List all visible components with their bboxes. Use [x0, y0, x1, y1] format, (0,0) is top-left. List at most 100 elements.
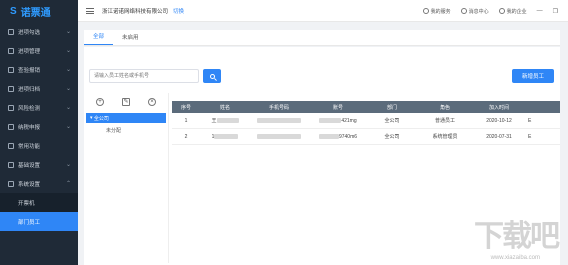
sidebar-item-label: 常用功能 [18, 143, 41, 150]
sidebar-item-label: 纳税申报 [18, 124, 41, 131]
sidebar: S 诺票通 进项勾选 ⌄ 进项管理 ⌄ 查验报销 ⌄ 进项归档 ⌄ 风险检测 ⌄ 纳税申报… [0, 0, 78, 265]
sidebar-item-tax-declaration[interactable]: 纳税申报 ⌄ [0, 117, 78, 136]
col-header: 加入时间 [488, 104, 509, 111]
sidebar-item-label: 查验报销 [18, 67, 41, 74]
redacted-text [318, 133, 339, 139]
restore-button[interactable]: ❐ [553, 8, 558, 15]
sidebar-item-verify-reimburse[interactable]: 查验报销 ⌄ [0, 60, 78, 79]
sidebar-item-input-archive[interactable]: 进项归档 ⌄ [0, 79, 78, 98]
watermark: 下载吧 www.xiazaiba.com [438, 211, 560, 261]
chevron-down-icon: ⌄ [65, 67, 71, 73]
my-service-button[interactable]: 我的服务 [422, 8, 451, 15]
redacted-text [319, 117, 342, 123]
logo-text: 诺票通 [20, 7, 51, 19]
app-logo[interactable]: S 诺票通 [0, 0, 78, 22]
message-center-label: 消息中心 [468, 8, 489, 15]
cell-account: 421mg [308, 118, 368, 124]
tree-node-unassigned[interactable]: 未分配 [106, 127, 121, 134]
company-name: 浙江诺诺网络科技有限公司 [102, 8, 169, 15]
sidebar-item-label: 基础设置 [18, 162, 41, 169]
chevron-up-icon: ⌃ [65, 181, 71, 187]
sidebar-subitem-label: 开票机 [18, 200, 35, 207]
tab-all[interactable]: 全部 [84, 32, 114, 45]
sidebar-item-label: 系统设置 [18, 181, 41, 188]
add-dept-icon[interactable]: + [96, 98, 104, 106]
search-icon [209, 73, 215, 79]
my-company-label: 我的企业 [506, 8, 527, 15]
watermark-logo: 下载吧 [474, 220, 560, 253]
chevron-down-icon: ⌄ [65, 29, 71, 35]
sidebar-item-basic-settings[interactable]: 基础设置 ⌄ [0, 155, 78, 174]
settings-icon [8, 161, 14, 168]
search-input[interactable] [89, 69, 199, 83]
cell-name: 王 [200, 117, 250, 124]
cell-date: 2020-07-31 [486, 133, 512, 140]
top-actions: 我的服务 消息中心 我的企业 — ❐ [422, 0, 558, 22]
chevron-down-icon: ⌄ [65, 162, 71, 168]
receipt-icon [8, 66, 14, 73]
tree-toolbar: + ✎ × [96, 98, 156, 108]
checklist-icon [8, 28, 14, 35]
cell-name: 1 [200, 134, 250, 140]
cell-phone [250, 133, 308, 140]
cell-account: 9740m6 [308, 134, 368, 140]
redacted-text [214, 133, 239, 139]
redacted-text [216, 118, 239, 124]
watermark-url: www.xiazaiba.com [490, 255, 540, 261]
col-header: 角色 [439, 104, 450, 111]
sidebar-item-label: 进项管理 [18, 48, 41, 55]
bell-icon [460, 8, 467, 14]
table-header: 序号 姓名 手机号码 账号 部门 角色 加入时间 [172, 101, 560, 113]
sidebar-item-system-settings[interactable]: 系统设置 ⌃ [0, 174, 78, 193]
edit-dept-icon[interactable]: ✎ [122, 98, 130, 106]
sidebar-item-label: 进项归档 [18, 86, 41, 93]
document-icon [8, 123, 14, 130]
tab-bar: 全部 未启用 [84, 30, 560, 46]
table-row[interactable]: 2 1 9740m6 全公司 系统管理员 2020-07-31 E [172, 129, 560, 145]
redacted-text [257, 117, 301, 123]
cell-dept: 全公司 [384, 118, 400, 124]
cell-phone [250, 117, 308, 124]
gear-icon [8, 180, 14, 187]
chevron-down-icon: ⌄ [65, 48, 71, 54]
chevron-down-icon: ⌄ [65, 105, 71, 111]
add-employee-button[interactable]: 新增员工 [512, 69, 554, 83]
folder-icon [8, 47, 14, 54]
sidebar-item-label: 风险检测 [18, 105, 41, 112]
cell-role: 系统管理员 [432, 134, 458, 140]
my-service-label: 我的服务 [430, 8, 451, 15]
sidebar-subitem-dept-staff[interactable]: 部门员工 [0, 212, 78, 231]
tree-node-root[interactable]: ▾ 全公司 [86, 113, 166, 123]
delete-dept-icon[interactable]: × [148, 98, 156, 106]
user-icon [498, 8, 505, 14]
redacted-text [257, 133, 301, 139]
employee-table: 序号 姓名 手机号码 账号 部门 角色 加入时间 1 王 421mg 全公司 普… [172, 101, 560, 145]
minimize-button[interactable]: — [537, 8, 543, 14]
chevron-down-icon: ⌄ [65, 86, 71, 92]
col-header: 姓名 [219, 104, 230, 111]
my-company-button[interactable]: 我的企业 [498, 8, 527, 15]
logo-mark: S [10, 5, 17, 17]
table-row[interactable]: 1 王 421mg 全公司 普通员工 2020-10-12 E [172, 113, 560, 129]
sidebar-item-common-functions[interactable]: 常用功能 [0, 136, 78, 155]
tab-disabled[interactable]: 未启用 [113, 33, 148, 45]
shield-icon [8, 104, 14, 111]
sidebar-item-input-management[interactable]: 进项管理 ⌄ [0, 41, 78, 60]
top-bar: 浙江诺诺网络科技有限公司 切换 我的服务 消息中心 我的企业 — ❐ [78, 0, 568, 22]
cell-dept: 全公司 [384, 134, 400, 140]
sidebar-subitem-invoice-machine[interactable]: 开票机 [0, 193, 78, 212]
heart-icon [422, 8, 429, 14]
menu-toggle-icon[interactable] [86, 7, 94, 14]
search-button[interactable] [203, 69, 221, 83]
switch-company-link[interactable]: 切换 [173, 7, 184, 15]
col-header: 部门 [386, 104, 397, 111]
divider [168, 93, 169, 263]
sidebar-item-risk-check[interactable]: 风险检测 ⌄ [0, 98, 78, 117]
tree-node-label: 全公司 [93, 115, 109, 122]
cell-date: 2020-10-12 [486, 117, 512, 124]
sidebar-item-input-selection[interactable]: 进项勾选 ⌄ [0, 22, 78, 41]
message-center-button[interactable]: 消息中心 [460, 8, 489, 15]
archive-icon [8, 85, 14, 92]
col-header: 账号 [332, 104, 343, 111]
col-header: 序号 [180, 104, 191, 111]
